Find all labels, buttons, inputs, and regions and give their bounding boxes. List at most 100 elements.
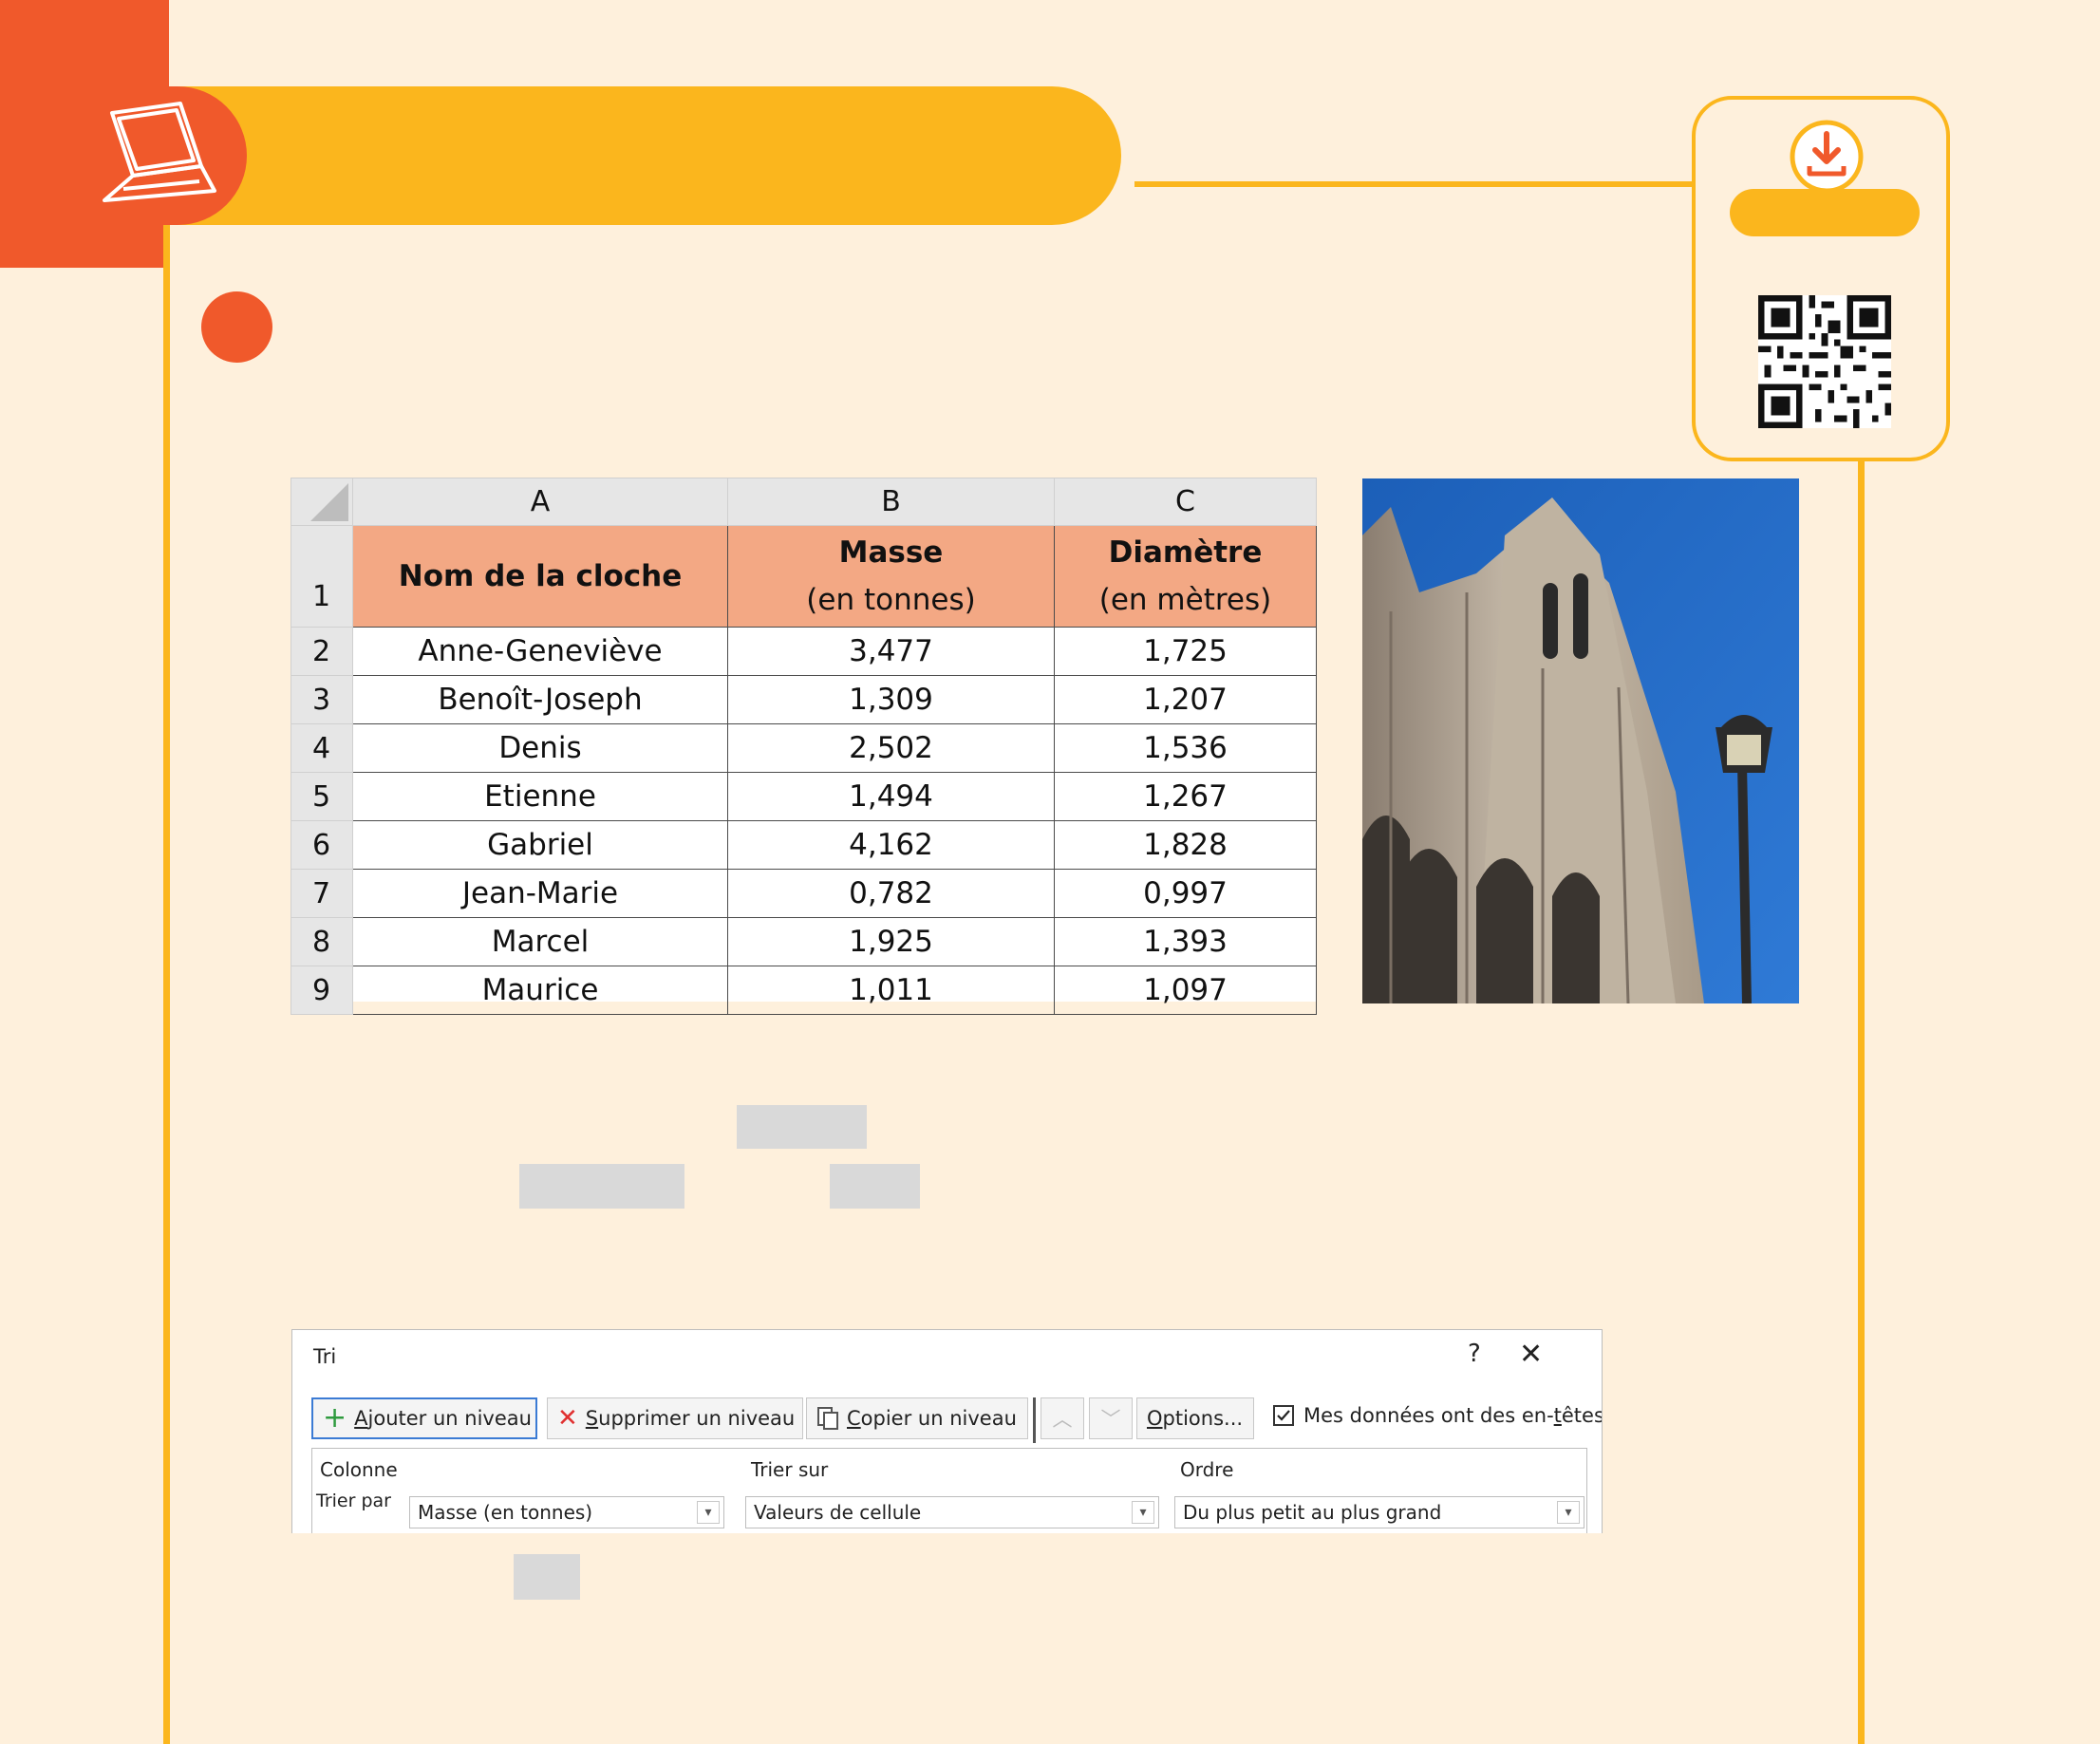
bullet-dot — [201, 291, 272, 363]
copy-level-button[interactable]: Copier un niveau — [806, 1397, 1028, 1439]
close-button[interactable]: ✕ — [1519, 1338, 1543, 1371]
toolbar-separator — [1033, 1397, 1036, 1443]
sort-order-select[interactable]: Du plus petit au plus grand ▾ — [1174, 1496, 1584, 1528]
row-number[interactable]: 2 — [291, 627, 353, 676]
column-header-c[interactable]: C — [1054, 478, 1317, 526]
cell-name[interactable]: Etienne — [352, 772, 728, 821]
cell-name[interactable]: Maurice — [352, 966, 728, 1015]
answer-placeholder-1 — [737, 1105, 867, 1149]
table-row: 7 Jean-Marie 0,782 0,997 — [291, 869, 1317, 918]
qr-code — [1758, 295, 1891, 428]
row-number[interactable]: 9 — [291, 966, 353, 1015]
cell-mass[interactable]: 1,925 — [727, 917, 1055, 966]
row-number[interactable]: 1 — [291, 525, 353, 628]
table-row: 3 Benoît-Joseph 1,309 1,207 — [291, 675, 1317, 724]
header-diameter-title: Diamètre — [1108, 535, 1263, 570]
column-header-a[interactable]: A — [352, 478, 728, 526]
chevron-down-icon: ﹀ — [1100, 1408, 1121, 1431]
delete-x-icon: ✕ — [557, 1404, 578, 1433]
dialog-title: Tri — [313, 1345, 337, 1368]
row-number[interactable]: 3 — [291, 675, 353, 724]
download-label-bar[interactable] — [1730, 189, 1920, 236]
row-number[interactable]: 5 — [291, 772, 353, 821]
column-heading-trier-sur: Trier sur — [751, 1458, 829, 1481]
cell-diameter[interactable]: 1,393 — [1054, 917, 1317, 966]
cell-mass[interactable]: 1,494 — [727, 772, 1055, 821]
cell-name[interactable]: Anne-Geneviève — [352, 627, 728, 676]
sort-on-select[interactable]: Valeurs de cellule ▾ — [745, 1496, 1159, 1528]
table-row: 4 Denis 2,502 1,536 — [291, 723, 1317, 773]
row-number[interactable]: 4 — [291, 723, 353, 773]
column-header-row: A B C — [291, 478, 1317, 526]
options-label: Options... — [1147, 1407, 1244, 1430]
copy-level-label: Copier un niveau — [847, 1407, 1017, 1430]
cell-name[interactable]: Denis — [352, 723, 728, 773]
headers-checkbox[interactable] — [1273, 1405, 1294, 1426]
table-row: 9 Maurice 1,011 1,097 — [291, 966, 1317, 1015]
cell-mass[interactable]: 1,309 — [727, 675, 1055, 724]
sort-order-value: Du plus petit au plus grand — [1183, 1501, 1442, 1524]
delete-level-label: Supprimer un niveau — [585, 1407, 796, 1430]
chevron-up-icon: ︿ — [1052, 1408, 1073, 1431]
move-down-button[interactable]: ﹀ — [1089, 1397, 1133, 1439]
chevron-down-icon[interactable]: ▾ — [697, 1501, 720, 1524]
download-icon[interactable] — [1789, 119, 1865, 195]
cell-diameter[interactable]: 0,997 — [1054, 869, 1317, 918]
sort-on-value: Valeurs de cellule — [754, 1501, 922, 1524]
sort-levels-grid: Colonne Trier sur Ordre Trier par Masse … — [311, 1448, 1587, 1533]
sort-column-value: Masse (en tonnes) — [418, 1501, 593, 1524]
headers-checkbox-label: Mes données ont des en-têtes — [1303, 1404, 1603, 1427]
download-card[interactable] — [1692, 96, 1950, 461]
table-row: 2 Anne-Geneviève 3,477 1,725 — [291, 627, 1317, 676]
cell-mass[interactable]: 4,162 — [727, 820, 1055, 870]
row-number[interactable]: 8 — [291, 917, 353, 966]
cathedral-photo — [1362, 478, 1799, 1003]
cell-name[interactable]: Jean-Marie — [352, 869, 728, 918]
cell-diameter[interactable]: 1,097 — [1054, 966, 1317, 1015]
sort-column-select[interactable]: Masse (en tonnes) ▾ — [409, 1496, 724, 1528]
banner-line — [1134, 181, 1695, 187]
cell-diameter[interactable]: 1,828 — [1054, 820, 1317, 870]
help-button[interactable]: ? — [1468, 1340, 1481, 1368]
cell-mass[interactable]: 0,782 — [727, 869, 1055, 918]
cell-diameter[interactable]: 1,725 — [1054, 627, 1317, 676]
cell-mass[interactable]: 1,011 — [727, 966, 1055, 1015]
add-level-button[interactable]: + Ajouter un niveau — [311, 1397, 537, 1439]
table-row: 5 Etienne 1,494 1,267 — [291, 772, 1317, 821]
chevron-down-icon[interactable]: ▾ — [1132, 1501, 1154, 1524]
header-mass-unit: (en tonnes) — [806, 583, 976, 617]
move-up-button[interactable]: ︿ — [1041, 1397, 1084, 1439]
cell-name[interactable]: Marcel — [352, 917, 728, 966]
options-button[interactable]: Options... — [1136, 1397, 1254, 1439]
column-header-b[interactable]: B — [727, 478, 1055, 526]
cell-mass[interactable]: 3,477 — [727, 627, 1055, 676]
header-cell-name[interactable]: Nom de la cloche — [352, 525, 728, 628]
add-level-label: Ajouter un niveau — [354, 1407, 532, 1430]
headers-checkbox-row[interactable]: Mes données ont des en-têtes — [1273, 1404, 1603, 1427]
row-number[interactable]: 7 — [291, 869, 353, 918]
table-row: 8 Marcel 1,925 1,393 — [291, 917, 1317, 966]
row-number[interactable]: 6 — [291, 820, 353, 870]
chevron-down-icon[interactable]: ▾ — [1557, 1501, 1580, 1524]
answer-placeholder-4 — [514, 1554, 580, 1600]
header-mass-title: Masse — [838, 535, 944, 570]
answer-placeholder-3 — [830, 1164, 920, 1209]
table-row: 6 Gabriel 4,162 1,828 — [291, 820, 1317, 870]
cell-diameter[interactable]: 1,267 — [1054, 772, 1317, 821]
answer-placeholder-2 — [519, 1164, 684, 1209]
cell-diameter[interactable]: 1,536 — [1054, 723, 1317, 773]
select-all-corner[interactable] — [291, 478, 353, 526]
cell-name[interactable]: Benoît-Joseph — [352, 675, 728, 724]
header-cell-mass[interactable]: Masse (en tonnes) — [727, 525, 1055, 628]
header-row: 1 Nom de la cloche Masse (en tonnes) Dia… — [291, 525, 1317, 628]
cell-diameter[interactable]: 1,207 — [1054, 675, 1317, 724]
header-diameter-unit: (en mètres) — [1098, 583, 1272, 617]
cell-mass[interactable]: 2,502 — [727, 723, 1055, 773]
laptop-badge — [95, 86, 247, 225]
delete-level-button[interactable]: ✕ Supprimer un niveau — [547, 1397, 803, 1439]
column-heading-ordre: Ordre — [1180, 1458, 1234, 1481]
cell-name[interactable]: Gabriel — [352, 820, 728, 870]
header-cell-diameter[interactable]: Diamètre (en mètres) — [1054, 525, 1317, 628]
sort-dialog: Tri ? ✕ + Ajouter un niveau ✕ Supprimer … — [291, 1329, 1603, 1533]
copy-icon — [817, 1407, 838, 1430]
